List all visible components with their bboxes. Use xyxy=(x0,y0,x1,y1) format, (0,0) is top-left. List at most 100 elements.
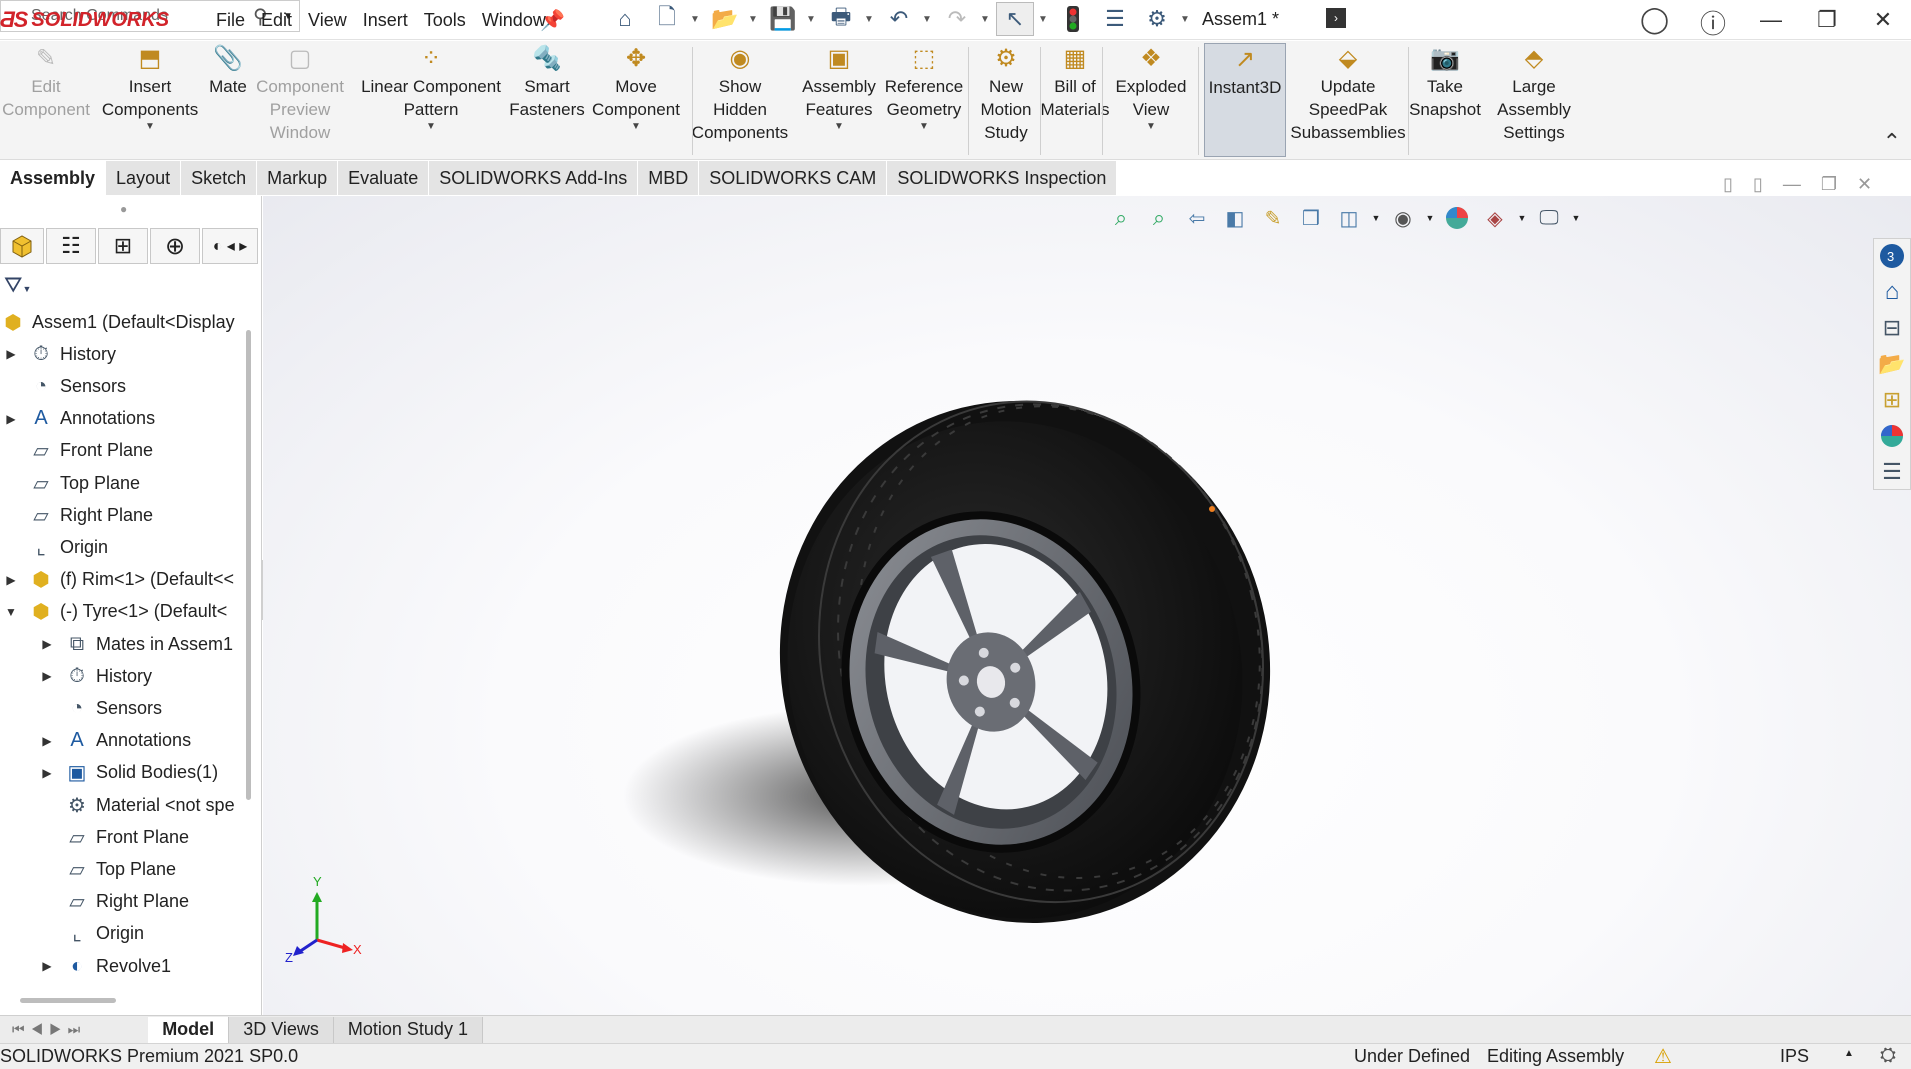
tree-item[interactable]: ⚙ Material <not spe xyxy=(40,789,235,821)
save-icon[interactable]: 💾 xyxy=(764,2,802,36)
component-preview-window-button[interactable]: ▢ Component Preview Window xyxy=(256,43,344,157)
smart-fasteners-button[interactable]: 🔩 Smart Fasteners xyxy=(509,43,585,157)
tab-nav-arrows[interactable]: ⏮◀▶⏭ xyxy=(0,1021,98,1038)
tree-item[interactable]: ▶ ◐ Revolve1 xyxy=(40,950,171,982)
tab-3d-views[interactable]: 3D Views xyxy=(229,1016,334,1043)
file-properties-icon[interactable]: ☰ xyxy=(1096,2,1134,36)
pin-icon[interactable]: 📌 xyxy=(540,8,565,33)
chevron-down-icon[interactable]: ▼ xyxy=(919,121,929,133)
tab-solidworks-cam[interactable]: SOLIDWORKS CAM xyxy=(699,161,888,195)
expand-arrow-icon[interactable]: ▶ xyxy=(4,347,18,361)
panel-scrollbar[interactable] xyxy=(246,330,251,800)
redo-icon[interactable]: ↷ xyxy=(938,2,976,36)
tree-item[interactable]: ▱ Right Plane xyxy=(40,886,189,918)
show-hidden-components-button[interactable]: ◉ Show Hidden Components xyxy=(688,43,792,157)
tree-item[interactable]: ▼ ⬢ (-) Tyre<1> (Default< xyxy=(4,596,227,628)
chevron-down-icon[interactable]: ▼ xyxy=(748,14,760,25)
reference-triad[interactable]: Y X Z xyxy=(285,874,365,967)
chevron-down-icon[interactable]: ▼ xyxy=(145,121,155,133)
tree-item[interactable]: ▶ A Annotations xyxy=(4,403,155,435)
expand-arrow-icon[interactable]: ▶ xyxy=(40,766,54,780)
command-prompt-icon[interactable]: › xyxy=(1326,8,1346,28)
move-component-button[interactable]: ✥ Move Component ▼ xyxy=(588,43,684,157)
expand-arrow-icon[interactable]: ▶ xyxy=(40,959,54,973)
menu-item-file[interactable]: File xyxy=(208,8,253,33)
display-manager-tab[interactable]: ◐ ◂ ▸ xyxy=(202,228,258,264)
chevron-down-icon[interactable]: ▼ xyxy=(806,14,818,25)
tree-item[interactable]: ▶ ⧉ Mates in Assem1 xyxy=(40,628,233,660)
tree-item[interactable]: ▶ A Annotations xyxy=(40,725,191,757)
chevron-down-icon[interactable]: ▼ xyxy=(426,121,436,133)
collapse-ribbon-icon[interactable]: ⌃ xyxy=(1883,129,1901,155)
filter-icon[interactable]: ⛛▼ xyxy=(4,272,31,298)
close-icon[interactable]: ✕ xyxy=(1855,0,1911,40)
tree-item[interactable]: ▱ Front Plane xyxy=(40,821,189,853)
tree-item[interactable]: ▱ Front Plane xyxy=(4,435,153,467)
chevron-down-icon[interactable]: ▼ xyxy=(980,14,992,25)
expand-arrow-icon[interactable]: ▼ xyxy=(4,605,18,619)
gear-icon[interactable]: ⚙ xyxy=(1138,2,1176,36)
tab-layout[interactable]: Layout xyxy=(106,161,182,195)
tab-markup[interactable]: Markup xyxy=(257,161,339,195)
linear-component-pattern-button[interactable]: ⁘ Linear Component Pattern ▼ xyxy=(356,43,506,157)
take-snapshot-button[interactable]: 📷 Take Snapshot xyxy=(1409,43,1481,157)
exploded-view-button[interactable]: ❖ Exploded View ▼ xyxy=(1112,43,1190,157)
property-manager-tab[interactable]: ☷ xyxy=(46,228,96,264)
reference-geometry-button[interactable]: ⬚ Reference Geometry ▼ xyxy=(878,43,970,157)
tree-item[interactable]: ▶ ▣ Solid Bodies(1) xyxy=(40,757,218,789)
minimize-icon[interactable]: — xyxy=(1783,174,1801,195)
solidworks-resources-icon[interactable]: 3 xyxy=(1874,239,1910,273)
feature-manager-tab[interactable] xyxy=(0,228,44,264)
new-document-icon[interactable]: 🗋 xyxy=(648,2,686,36)
customize-status-icon[interactable]: ⛭ xyxy=(1880,1044,1896,1067)
expand-arrow-icon[interactable]: ▶ xyxy=(40,637,54,651)
tree-item[interactable]: ▶ ⬢ (f) Rim<1> (Default<< xyxy=(4,564,234,596)
print-icon[interactable]: 🖶 xyxy=(822,2,860,36)
user-account-icon[interactable]: ◯ xyxy=(1640,4,1669,35)
chevron-up-icon[interactable]: ▲ xyxy=(1844,1048,1854,1059)
tab-evaluate[interactable]: Evaluate xyxy=(338,161,430,195)
chevron-down-icon[interactable]: ▼ xyxy=(631,121,641,133)
split-view-alt-icon[interactable]: ▯ xyxy=(1753,174,1763,195)
tab-solidworks-inspection[interactable]: SOLIDWORKS Inspection xyxy=(887,161,1118,195)
tree-item[interactable]: ▶ ⏱ History xyxy=(4,338,116,370)
tree-item[interactable]: ▶ ⏱ History xyxy=(40,660,152,692)
update-speedpak-button[interactable]: ⬙ Update SpeedPak Subassemblies xyxy=(1290,43,1406,157)
tree-item[interactable]: ◔ Sensors xyxy=(4,370,126,402)
expand-arrow-icon[interactable]: ▶ xyxy=(4,573,18,587)
expand-arrow-icon[interactable]: ▶ xyxy=(4,412,18,426)
configuration-manager-tab[interactable]: ⊞ xyxy=(98,228,148,264)
insert-components-button[interactable]: ⬒ Insert Components ▼ xyxy=(102,43,198,157)
tab-model[interactable]: Model xyxy=(148,1016,230,1043)
chevron-down-icon[interactable]: ▼ xyxy=(1146,121,1156,133)
tab-sketch[interactable]: Sketch xyxy=(181,161,258,195)
graphics-area[interactable]: ⌕ ⌕ ⇦ ◧ ✎ ❒ ◫ ▼ ◉ ▼ ◈ ▼ 🖵 ▼ ▯ ▯ — ❐ ✕ Y … xyxy=(263,174,1911,1016)
tree-item[interactable]: ▱ Top Plane xyxy=(40,853,176,885)
tree-item[interactable]: ▱ Right Plane xyxy=(4,499,153,531)
menu-item-tools[interactable]: Tools xyxy=(416,8,474,33)
home-icon[interactable]: ⌂ xyxy=(606,2,644,36)
new-motion-study-button[interactable]: ⚙ New Motion Study xyxy=(976,43,1036,157)
assembly-features-button[interactable]: ▣ Assembly Features ▼ xyxy=(796,43,882,157)
menu-item-view[interactable]: View xyxy=(300,8,355,33)
tree-item[interactable]: ⬢ Assem1 (Default<Display xyxy=(0,306,234,338)
design-library-icon[interactable]: ⊟ xyxy=(1874,311,1910,345)
edit-component-button[interactable]: ✎ Edit Component xyxy=(2,43,90,157)
chevron-down-icon[interactable]: ▼ xyxy=(834,121,844,133)
tree-item[interactable]: ◔ Sensors xyxy=(40,692,162,724)
dimxpert-manager-tab[interactable]: ⊕ xyxy=(150,228,200,264)
view-palette-icon[interactable]: ⊞ xyxy=(1874,383,1910,417)
file-explorer-icon[interactable]: 📂 xyxy=(1874,347,1910,381)
horizontal-scrollbar[interactable] xyxy=(20,998,116,1003)
chevron-down-icon[interactable]: ▼ xyxy=(922,14,934,25)
expand-arrow-icon[interactable]: ▶ xyxy=(40,669,54,683)
panel-grip-icon[interactable]: ● xyxy=(120,202,127,216)
menu-item-insert[interactable]: Insert xyxy=(355,8,416,33)
chevron-down-icon[interactable]: ▼ xyxy=(864,14,876,25)
minimize-icon[interactable]: — xyxy=(1743,0,1799,40)
rebuild-warning-icon[interactable]: ⚠ xyxy=(1654,1044,1672,1069)
rebuild-traffic-light-icon[interactable] xyxy=(1054,2,1092,36)
instant3d-button[interactable]: ↗ Instant3D xyxy=(1204,43,1286,157)
bill-of-materials-button[interactable]: ▦ Bill of Materials xyxy=(1041,43,1110,157)
expand-arrow-icon[interactable]: ▶ xyxy=(40,734,54,748)
